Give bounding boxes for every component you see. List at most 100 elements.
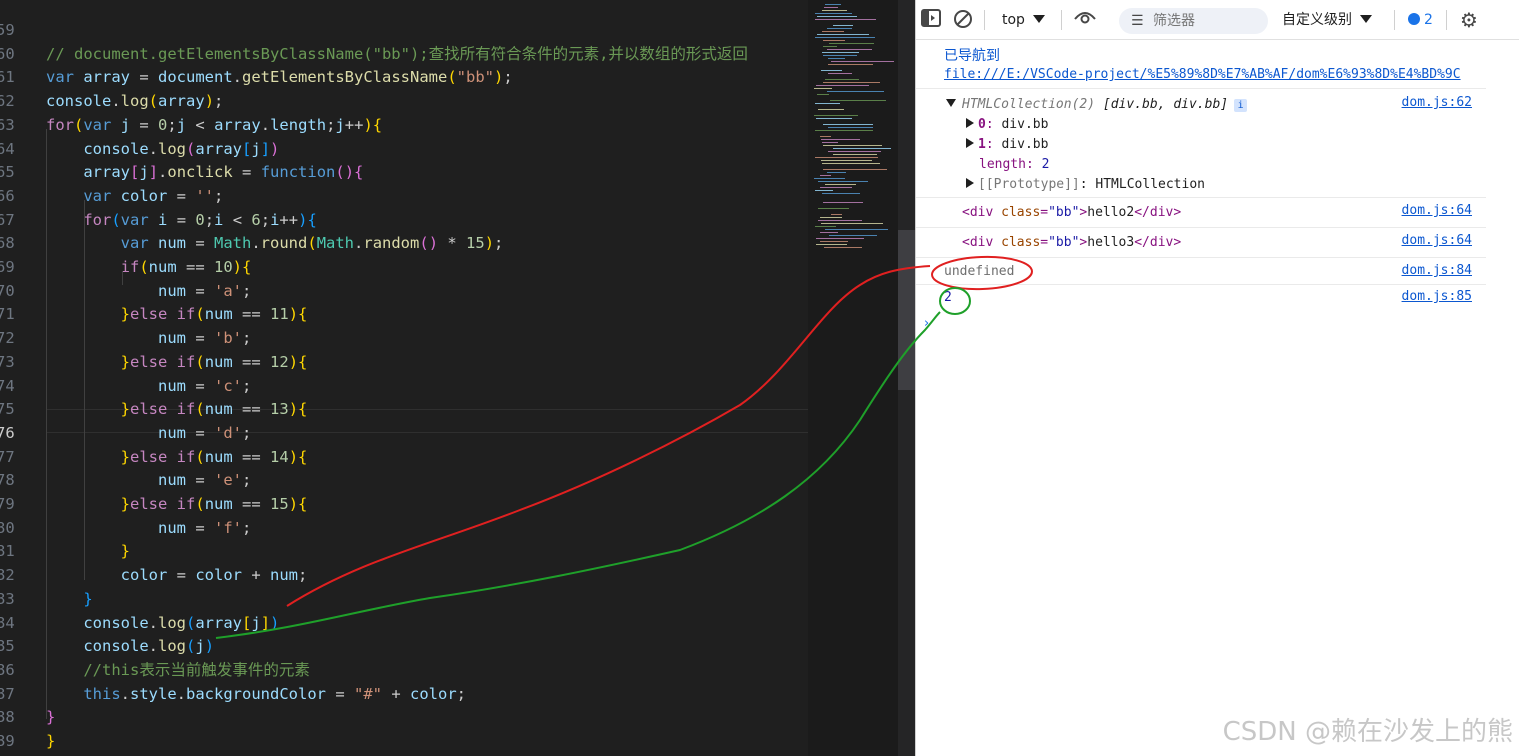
code-text: }else if(num == 14){ <box>120 447 308 466</box>
code-line[interactable]: 72 num = 'b'; <box>0 326 808 350</box>
div-element[interactable]: <div class="bb">hello2</div> <box>962 204 1181 222</box>
watermark: CSDN @赖在沙发上的熊 <box>1222 717 1513 747</box>
console-message-div[interactable]: <div class="bb">hello3</div> dom.js:64 <box>916 228 1486 258</box>
sidebar-toggle-icon[interactable] <box>920 9 942 31</box>
code-line[interactable]: 65 array[j].onclick = function(){ <box>0 160 808 184</box>
minimap-line <box>818 220 862 221</box>
code-line[interactable]: 89} <box>0 729 808 753</box>
code-text: num = 'c'; <box>157 376 252 395</box>
minimap-line <box>816 118 852 119</box>
code-line[interactable]: 79 }else if(num == 15){ <box>0 492 808 516</box>
minimap-line <box>818 181 868 182</box>
code-line[interactable]: 83 } <box>0 587 808 611</box>
minimap-line <box>825 184 856 185</box>
div-element[interactable]: <div class="bb">hello3</div> <box>962 234 1181 252</box>
log-level-select[interactable]: 自定义级别 <box>1282 9 1372 31</box>
minimap-line <box>823 145 882 146</box>
source-link[interactable]: dom.js:64 <box>1402 203 1472 218</box>
minimap-line <box>827 49 872 50</box>
code-line[interactable]: 80 num = 'f'; <box>0 516 808 540</box>
source-link[interactable]: dom.js:62 <box>1402 95 1472 110</box>
source-link[interactable]: dom.js:84 <box>1402 263 1472 278</box>
console-prompt-icon[interactable]: › <box>924 316 929 331</box>
expand-triangle-icon[interactable] <box>966 178 974 188</box>
collection-summary[interactable]: HTMLCollection(2) [div.bb, div.bb] i <box>946 95 1248 115</box>
code-line[interactable]: 60 // document.getElementsByClassName("bb… <box>0 42 808 66</box>
console-message-div[interactable]: <div class="bb">hello2</div> dom.js:64 <box>916 198 1486 228</box>
filter-box[interactable]: ☰ <box>1119 8 1268 34</box>
code-line[interactable]: 73 }else if(num == 12){ <box>0 350 808 374</box>
code-text: }else if(num == 13){ <box>120 400 308 419</box>
attr-equals: = <box>1040 235 1049 250</box>
code-line[interactable]: 63 for(var j = 0;j < array.length;j++){ <box>0 113 808 137</box>
line-number: 61 <box>0 68 15 87</box>
code-line[interactable]: 75 }else if(num == 13){ <box>0 397 808 421</box>
toolbar-divider <box>1061 10 1062 30</box>
code-line[interactable]: 78 num = 'e'; <box>0 468 808 492</box>
code-line[interactable]: 71 }else if(num == 11){ <box>0 302 808 326</box>
minimap-line <box>824 247 862 248</box>
line-number: 64 <box>0 139 15 158</box>
code-line[interactable]: 82 color = color + num; <box>0 563 808 587</box>
eye-icon[interactable] <box>1074 9 1096 31</box>
filter-input[interactable] <box>1153 10 1253 32</box>
minimap-line <box>815 157 878 158</box>
expand-triangle-icon[interactable] <box>966 138 974 148</box>
collection-entry-1[interactable]: 1: div.bb <box>966 135 1048 155</box>
code-text: console.log(array); <box>46 92 224 111</box>
code-line[interactable]: 88} <box>0 705 808 729</box>
code-line[interactable]: 76 num = 'd'; <box>0 421 808 445</box>
line-number: 86 <box>0 660 15 679</box>
minimap-line <box>816 238 864 239</box>
code-text: } <box>83 589 93 608</box>
minimap-line <box>825 4 841 5</box>
collapse-triangle-icon[interactable] <box>946 99 956 107</box>
code-line[interactable]: 85 console.log(j) <box>0 634 808 658</box>
minimap-line <box>823 202 863 203</box>
navigation-url-link[interactable]: file:///E:/VSCode-project/%E5%89%8D%E7%A… <box>944 66 1484 84</box>
code-line[interactable]: 64 console.log(array[j]) <box>0 137 808 161</box>
minimap-line <box>814 178 845 179</box>
collection-items: [div.bb, div.bb] <box>1102 97 1229 112</box>
source-link[interactable]: dom.js:64 <box>1402 233 1472 248</box>
prototype-value: HTMLCollection <box>1095 177 1205 192</box>
minimap[interactable] <box>808 0 898 756</box>
expand-triangle-icon[interactable] <box>966 118 974 128</box>
context-select[interactable]: top <box>1002 9 1045 31</box>
editor-scrollbar-thumb[interactable] <box>898 230 915 390</box>
minimap-line <box>815 103 840 104</box>
code-line[interactable]: 84 console.log(array[j]) <box>0 611 808 635</box>
code-line[interactable]: 81 } <box>0 539 808 563</box>
log-level-label: 自定义级别 <box>1282 12 1352 28</box>
gear-icon[interactable]: ⚙ <box>1458 9 1480 31</box>
attr-name: class <box>1001 235 1041 250</box>
line-number: 65 <box>0 163 15 182</box>
entry-key: 1 <box>978 137 986 152</box>
clear-console-icon[interactable] <box>952 9 974 31</box>
minimap-line <box>821 223 883 224</box>
code-editor[interactable]: 59 60 // document.getElementsByClassName("… <box>0 0 808 756</box>
tag-open: <div <box>962 235 994 250</box>
code-line[interactable]: 67 for(var i = 0;i < 6;i++){ <box>0 208 808 232</box>
code-line[interactable]: 62 console.log(array); <box>0 89 808 113</box>
line-number: 60 <box>0 44 15 63</box>
collection-entry-0[interactable]: 0: div.bb <box>966 115 1048 135</box>
source-link[interactable]: dom.js:85 <box>1402 289 1472 304</box>
code-text: }else if(num == 11){ <box>120 305 308 324</box>
code-line[interactable]: 87 this.style.backgroundColor = "#" + co… <box>0 682 808 706</box>
collection-prototype[interactable]: [[Prototype]]: HTMLCollection <box>966 175 1205 195</box>
code-text: num = 'e'; <box>157 471 252 490</box>
line-number: 85 <box>0 637 15 656</box>
code-line[interactable]: 86 //this表示当前触发事件的元素 <box>0 658 808 682</box>
code-line[interactable]: 66 var color = ''; <box>0 184 808 208</box>
code-line[interactable]: 74 num = 'c'; <box>0 374 808 398</box>
minimap-line <box>830 100 886 101</box>
code-line[interactable]: 77 }else if(num == 14){ <box>0 445 808 469</box>
issues-button[interactable]: 2 <box>1408 9 1433 31</box>
code-line[interactable]: 61 var array = document.getElementsByClas… <box>0 65 808 89</box>
code-line[interactable]: 59 <box>0 18 808 42</box>
code-text: this.style.backgroundColor = "#" + color… <box>83 684 467 703</box>
code-line[interactable]: 68 var num = Math.round(Math.random() * … <box>0 231 808 255</box>
minimap-line <box>833 154 877 155</box>
minimap-line <box>818 109 844 110</box>
